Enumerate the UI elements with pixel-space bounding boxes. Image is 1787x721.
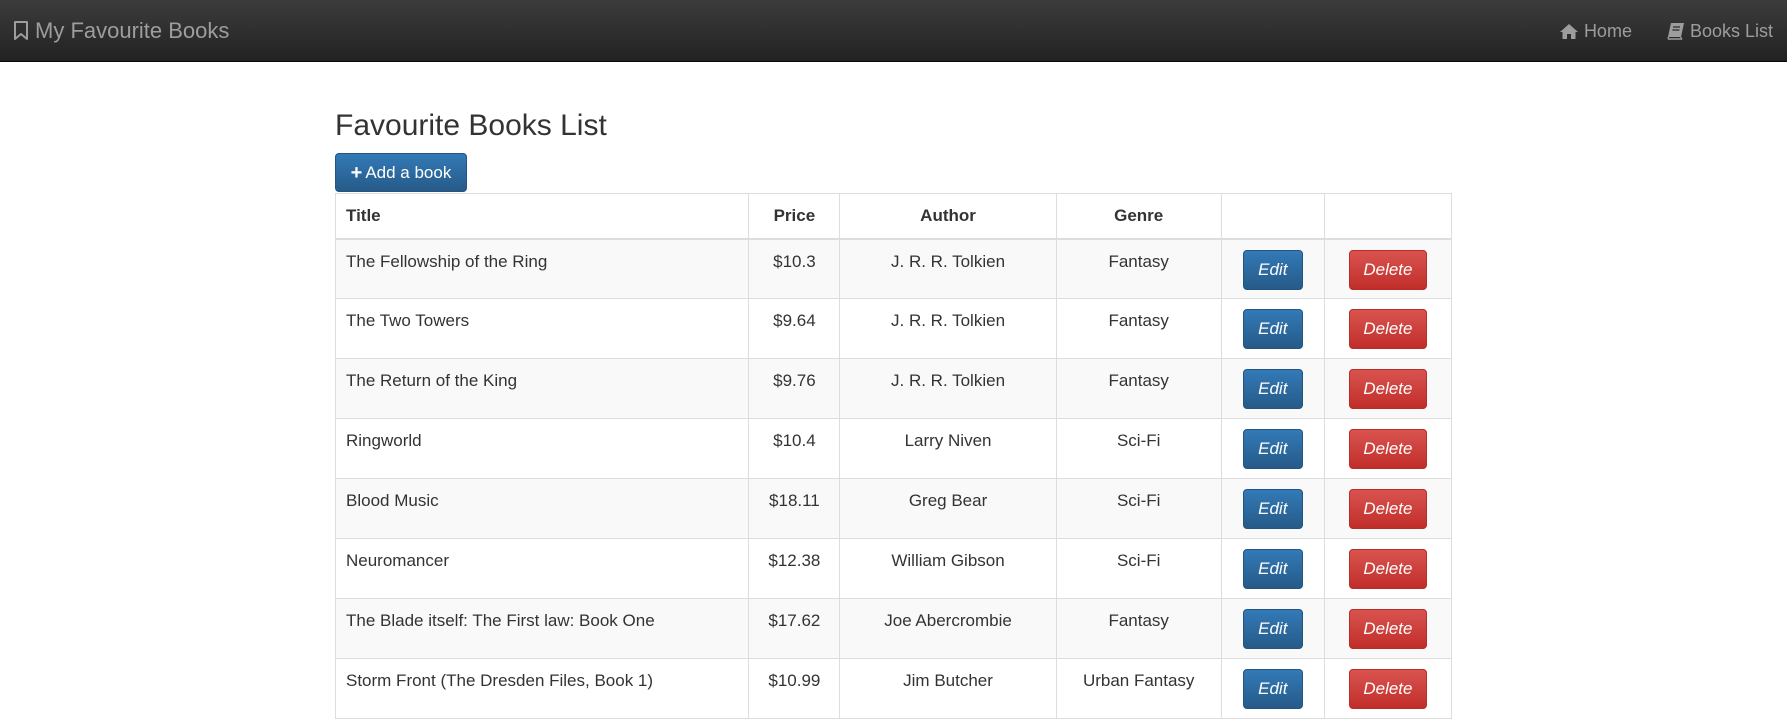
edit-button[interactable]: Edit [1242, 369, 1303, 409]
cell-price: $17.62 [748, 598, 841, 659]
cell-title: The Two Towers [334, 298, 750, 359]
edit-button[interactable]: Edit [1242, 249, 1303, 290]
delete-button[interactable]: Delete [1348, 369, 1427, 409]
brand-link[interactable]: My Favourite Books [13, 0, 229, 62]
cell-delete: Delete [1323, 238, 1453, 299]
nav-links: Home Books List [1524, 0, 1773, 62]
edit-button[interactable]: Edit [1242, 549, 1303, 589]
edit-button[interactable]: Edit [1242, 609, 1303, 649]
cell-price: $10.3 [748, 238, 841, 299]
delete-button[interactable]: Delete [1348, 249, 1427, 290]
edit-button[interactable]: Edit [1242, 429, 1303, 469]
cell-author: Greg Bear [839, 478, 1057, 539]
column-header-title: Title [334, 193, 750, 240]
books-table: Title Price Author Genre The Fellowship … [334, 193, 1453, 719]
delete-button[interactable]: Delete [1348, 489, 1427, 529]
home-icon [1559, 23, 1578, 39]
cell-edit: Edit [1220, 358, 1325, 419]
cell-title: Blood Music [334, 478, 750, 539]
delete-button[interactable]: Delete [1348, 549, 1427, 589]
cell-price: $9.64 [748, 298, 841, 359]
nav-home-link[interactable]: Home [1559, 21, 1632, 42]
cell-edit: Edit [1220, 238, 1325, 299]
cell-title: The Blade itself: The First law: Book On… [334, 598, 750, 659]
cell-delete: Delete [1323, 658, 1453, 719]
cell-delete: Delete [1323, 418, 1453, 479]
nav-books-list-link[interactable]: Books List [1667, 21, 1773, 42]
edit-button[interactable]: Edit [1242, 309, 1303, 349]
cell-genre: Sci-Fi [1055, 478, 1222, 539]
cell-author: Joe Abercrombie [839, 598, 1057, 659]
cell-title: Ringworld [334, 418, 750, 479]
delete-button[interactable]: Delete [1348, 309, 1427, 349]
table-row: The Blade itself: The First law: Book On… [334, 598, 1453, 659]
cell-genre: Fantasy [1055, 298, 1222, 359]
column-header-delete [1323, 193, 1453, 240]
cell-title: The Fellowship of the Ring [334, 238, 750, 299]
cell-delete: Delete [1323, 358, 1453, 419]
cell-edit: Edit [1220, 298, 1325, 359]
table-row: Storm Front (The Dresden Files, Book 1) … [334, 658, 1453, 719]
cell-edit: Edit [1220, 538, 1325, 599]
cell-title: Neuromancer [334, 538, 750, 599]
plus-icon: + [350, 161, 363, 184]
cell-title: The Return of the King [334, 358, 750, 419]
cell-edit: Edit [1220, 418, 1325, 479]
table-row: Ringworld $10.4 Larry Niven Sci-Fi Edit … [334, 418, 1453, 479]
delete-button[interactable]: Delete [1348, 429, 1427, 469]
bookmark-icon [14, 21, 28, 40]
cell-author: Jim Butcher [839, 658, 1057, 719]
table-row: The Two Towers $9.64 J. R. R. Tolkien Fa… [334, 298, 1453, 359]
table-row: Blood Music $18.11 Greg Bear Sci-Fi Edit… [334, 478, 1453, 539]
cell-price: $10.99 [748, 658, 841, 719]
table-header-row: Title Price Author Genre [334, 193, 1453, 240]
table-row: The Fellowship of the Ring $10.3 J. R. R… [334, 238, 1453, 299]
cell-genre: Sci-Fi [1055, 418, 1222, 479]
cell-price: $12.38 [748, 538, 841, 599]
cell-delete: Delete [1323, 478, 1453, 539]
cell-edit: Edit [1220, 598, 1325, 659]
edit-button[interactable]: Edit [1242, 669, 1303, 709]
brand-label: My Favourite Books [35, 18, 230, 43]
table-row: Neuromancer $12.38 William Gibson Sci-Fi… [334, 538, 1453, 599]
cell-delete: Delete [1323, 298, 1453, 359]
cell-genre: Sci-Fi [1055, 538, 1222, 599]
cell-price: $10.4 [748, 418, 841, 479]
cell-author: Larry Niven [839, 418, 1057, 479]
cell-genre: Fantasy [1055, 358, 1222, 419]
column-header-genre: Genre [1055, 193, 1222, 240]
cell-edit: Edit [1220, 658, 1325, 719]
column-header-edit [1220, 193, 1325, 240]
add-book-button[interactable]: + Add a book [335, 153, 467, 192]
book-icon [1667, 23, 1684, 40]
cell-delete: Delete [1323, 538, 1453, 599]
edit-button[interactable]: Edit [1242, 489, 1303, 529]
table-row: The Return of the King $9.76 J. R. R. To… [334, 358, 1453, 419]
delete-button[interactable]: Delete [1348, 609, 1427, 649]
cell-price: $18.11 [748, 478, 841, 539]
nav-books-list-label: Books List [1689, 20, 1773, 41]
page-title: Favourite Books List [335, 109, 607, 142]
cell-author: William Gibson [839, 538, 1057, 599]
add-book-label: Add a book [365, 162, 452, 182]
column-header-price: Price [748, 193, 841, 240]
cell-author: J. R. R. Tolkien [839, 358, 1057, 419]
cell-genre: Fantasy [1055, 598, 1222, 659]
nav-home-label: Home [1583, 20, 1632, 41]
delete-button[interactable]: Delete [1348, 669, 1427, 709]
cell-edit: Edit [1220, 478, 1325, 539]
cell-genre: Urban Fantasy [1055, 658, 1222, 719]
cell-author: J. R. R. Tolkien [839, 238, 1057, 299]
cell-title: Storm Front (The Dresden Files, Book 1) [334, 658, 750, 719]
cell-price: $9.76 [748, 358, 841, 419]
column-header-author: Author [839, 193, 1057, 240]
cell-delete: Delete [1323, 598, 1453, 659]
cell-author: J. R. R. Tolkien [839, 298, 1057, 359]
navbar: My Favourite Books Home Books List [0, 0, 1787, 62]
cell-genre: Fantasy [1055, 238, 1222, 299]
